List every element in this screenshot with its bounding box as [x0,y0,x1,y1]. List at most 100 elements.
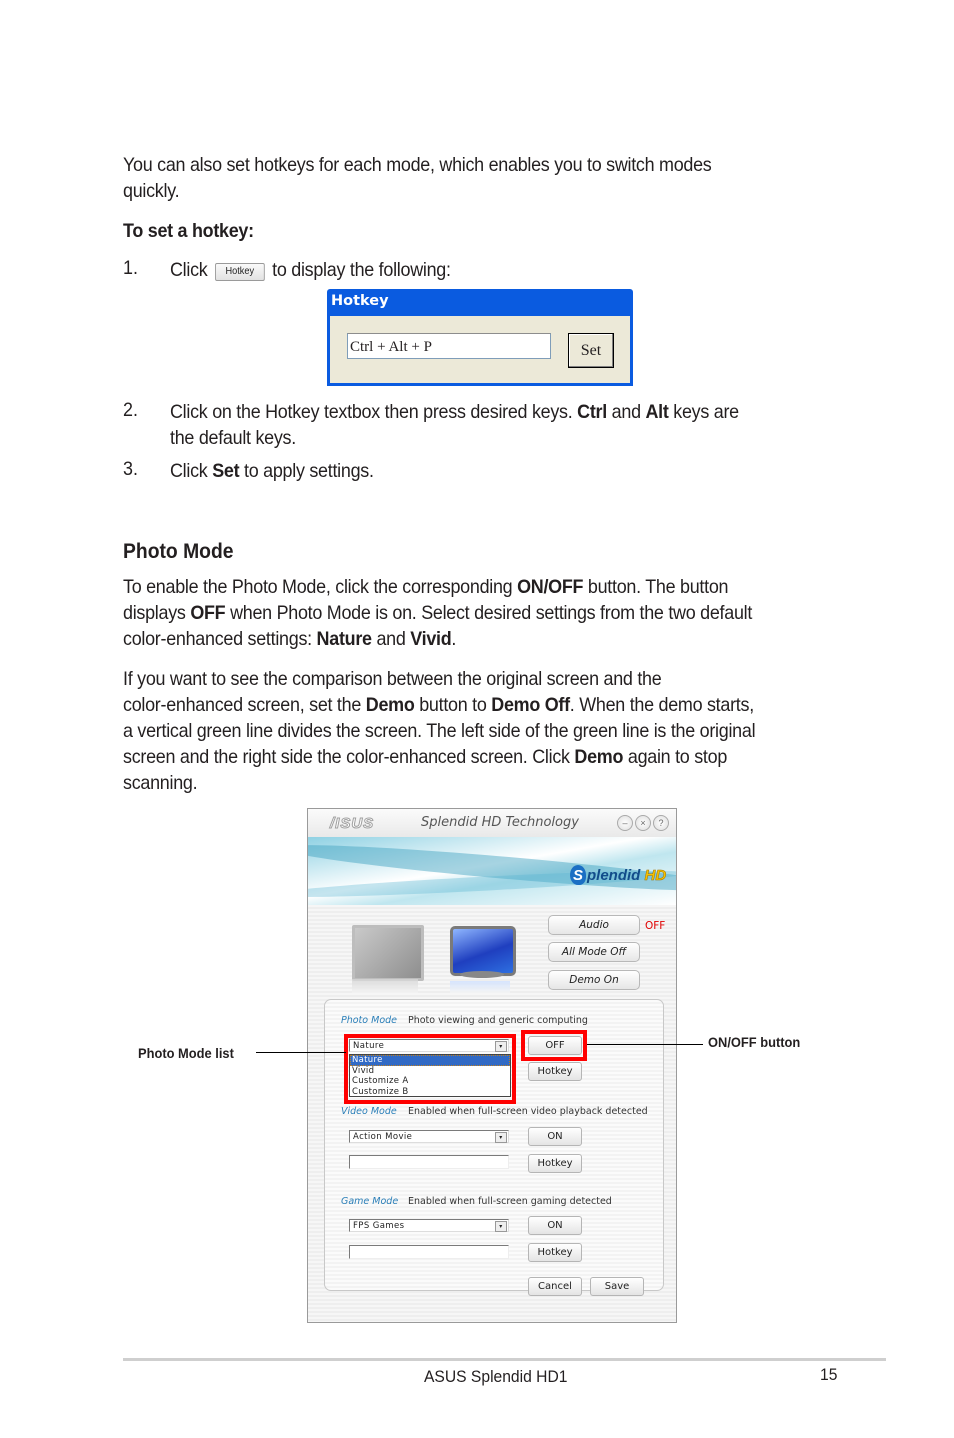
p1-text: . [451,628,457,650]
video-mode-description: Enabled when full-screen video playback … [408,1106,648,1117]
demo-button[interactable]: Demo On [548,970,640,990]
intro-line-2: quickly. [123,180,180,202]
step-2-text: Click on the Hotkey textbox then press d… [170,399,739,451]
audio-status: OFF [645,920,666,932]
p1-bold: OFF [190,602,226,624]
asus-logo: /ISUS [329,815,375,833]
step-1-text: Click Hotkey to display the following: [170,257,451,283]
p1-text: To enable the Photo Mode, click the corr… [123,576,518,598]
p2-bold: Demo Off [491,694,570,716]
p1-bold: ON/OFF [517,576,584,598]
photo-mode-hotkey-button[interactable]: Hotkey [528,1062,582,1081]
footer-title: ASUS Splendid HD1 [424,1367,568,1386]
game-mode-selected: FPS Games [353,1221,405,1231]
p1-text: displays [123,602,191,624]
callout-line-right [587,1044,703,1045]
game-mode-title: Game Mode [341,1196,399,1207]
video-mode-toggle-button[interactable]: ON [528,1127,582,1146]
monitor-reflection [450,981,510,993]
lcd-monitor-icon [450,926,516,976]
p2-bold: Demo [574,746,624,768]
p2-text: If you want to see the comparison betwee… [123,668,662,690]
step-3-pre: Click [170,460,213,482]
hotkey-textbox[interactable]: Ctrl + Alt + P [347,333,551,359]
photo-mode-paragraph-1: To enable the Photo Mode, click the corr… [123,574,752,652]
step-1-number: 1. [123,257,138,279]
video-mode-title: Video Mode [341,1106,397,1117]
game-mode-description: Enabled when full-screen gaming detected [408,1196,612,1207]
video-mode-select[interactable]: Action Movie ▾ [349,1130,509,1143]
photo-mode-description: Photo viewing and generic computing [408,1015,588,1026]
p2-text: button to [414,694,492,716]
brand-hd: HD [644,867,667,885]
step-3-text: Click Set to apply settings. [170,458,374,484]
intro-paragraph: You can also set hotkeys for each mode, … [123,152,712,204]
step-2-line-2: the default keys. [170,427,296,449]
video-mode-hotkey-field[interactable] [349,1155,509,1169]
hotkey-dialog-body: Ctrl + Alt + P Set [330,316,630,383]
game-mode-hotkey-button[interactable]: Hotkey [528,1243,582,1262]
splendid-s-icon: S [570,865,586,885]
game-mode-toggle-button[interactable]: ON [528,1216,582,1235]
splendid-hd-logo: Splendid HD [570,865,666,885]
p2-text: . When the demo starts, [569,694,754,716]
minimize-icon[interactable]: – [617,815,633,831]
step-1-pre: Click [170,259,208,281]
cancel-button[interactable]: Cancel [528,1277,582,1296]
video-mode-hotkey-button[interactable]: Hotkey [528,1154,582,1173]
p2-text: scanning. [123,772,198,794]
game-mode-hotkey-field[interactable] [349,1245,509,1259]
app-title: Splendid HD Technology [421,815,579,830]
callout-photo-mode-list: Photo Mode list [138,1045,234,1061]
step-2-text-a: Click on the Hotkey textbox then press d… [170,401,578,423]
p1-bold: Nature [316,628,372,650]
hotkey-dialog-title: Hotkey [331,293,389,309]
photo-mode-title: Photo Mode [341,1015,398,1026]
step-3-number: 3. [123,458,138,480]
set-button[interactable]: Set [568,333,614,368]
step-3-bold-set: Set [212,460,240,482]
callout-line-left [256,1052,346,1053]
brand-text: plendid [587,867,645,884]
crt-tv-icon [352,925,424,981]
p1-text: and [371,628,411,650]
p1-text: color-enhanced settings: [123,628,317,650]
on-off-button-highlight [521,1030,587,1061]
all-mode-off-button[interactable]: All Mode Off [548,942,640,962]
p2-bold: Demo [365,694,415,716]
footer-divider [123,1358,886,1361]
p1-text: button. The button [583,576,729,598]
step-2-text-c: keys are [668,401,739,423]
step-1-post: to display the following: [272,259,451,281]
step-2-bold-ctrl: Ctrl [577,401,607,423]
p2-text: screen and the right side the color-enha… [123,746,575,768]
close-icon[interactable]: × [635,815,651,831]
photo-mode-heading: Photo Mode [123,540,234,563]
p1-text: when Photo Mode is on. Select desired se… [225,602,753,624]
callout-on-off-button: ON/OFF button [708,1034,801,1050]
step-2-number: 2. [123,399,138,421]
p2-text: a vertical green line divides the screen… [123,720,756,742]
step-2-bold-alt: Alt [645,401,669,423]
audio-button[interactable]: Audio [548,915,640,935]
hotkey-dialog: Hotkey Ctrl + Alt + P Set [327,289,633,386]
photo-mode-paragraph-2: If you want to see the comparison betwee… [123,666,756,796]
monitor-stand [460,971,504,978]
tv-reflection [352,979,418,993]
p1-bold: Vivid [410,628,452,650]
save-button[interactable]: Save [590,1277,644,1296]
p2-text: again to stop [623,746,728,768]
hotkey-heading: To set a hotkey: [123,220,254,242]
app-banner: Splendid HD [308,837,676,905]
step-3-post: to apply settings. [239,460,374,482]
help-icon[interactable]: ? [653,815,669,831]
game-mode-select[interactable]: FPS Games ▾ [349,1219,509,1232]
app-titlebar: /ISUS Splendid HD Technology – × ? [308,809,676,838]
inline-hotkey-button: Hotkey [214,263,265,281]
dropdown-arrow-icon[interactable]: ▾ [495,1132,507,1143]
dropdown-arrow-icon[interactable]: ▾ [495,1221,507,1232]
intro-line-1: You can also set hotkeys for each mode, … [123,154,712,176]
step-2-text-b: and [606,401,646,423]
page-number: 15 [820,1365,838,1384]
video-mode-selected: Action Movie [353,1132,413,1142]
